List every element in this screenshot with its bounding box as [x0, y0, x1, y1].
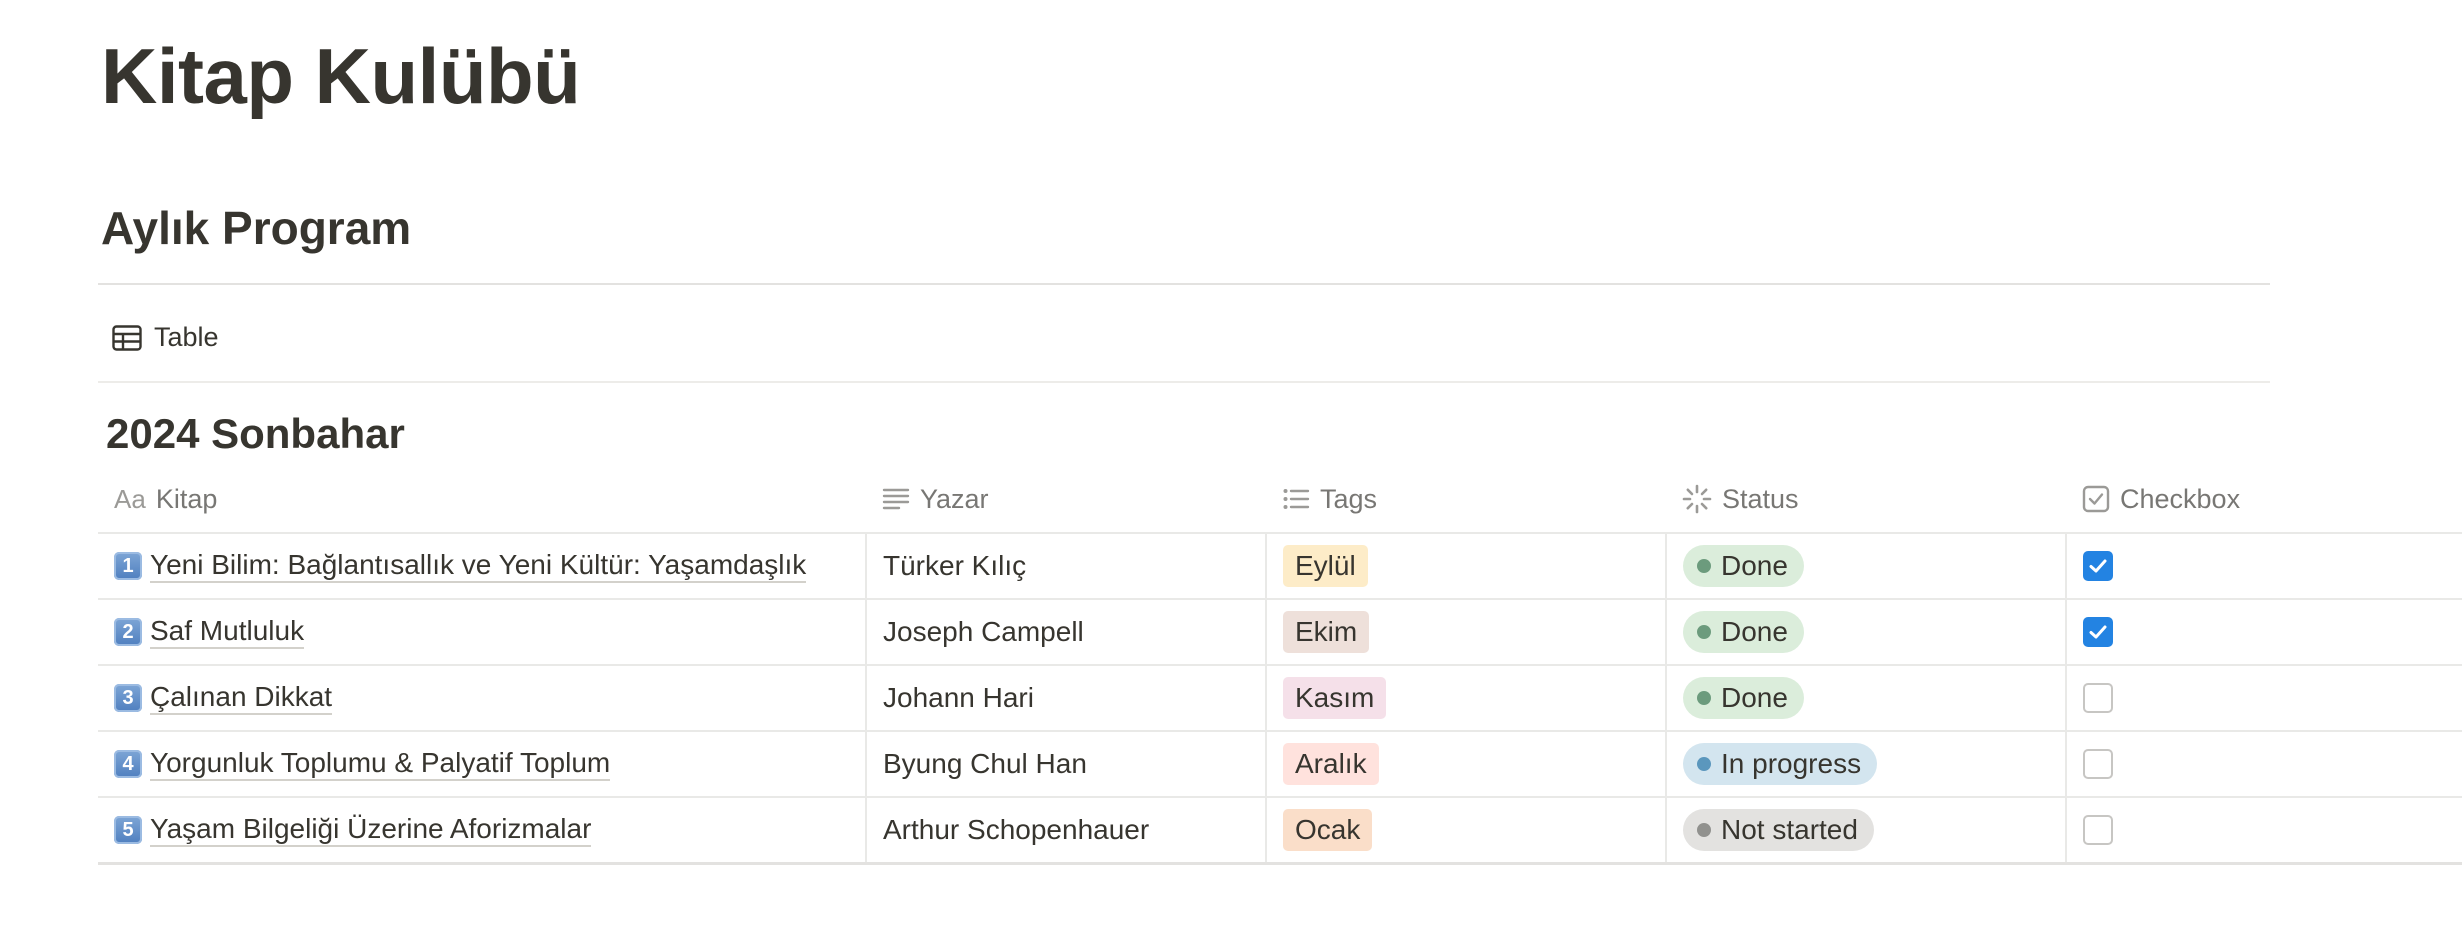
status-label: Done: [1721, 550, 1788, 581]
status-dot-icon: [1697, 757, 1711, 771]
checkmark-icon: [2089, 625, 2107, 639]
author-text: Arthur Schopenhauer: [883, 814, 1150, 845]
column-header-label: Yazar: [920, 483, 989, 514]
database-table: Aa Kitap Yazar Tags Status Checkbox 1 Ye…: [98, 466, 2462, 865]
author-text: Byung Chul Han: [883, 748, 1087, 779]
divider: [98, 283, 2270, 285]
column-header-label: Kitap: [155, 483, 218, 514]
book-title-link[interactable]: Yeni Bilim: Bağlantısallık ve Yeni Kültü…: [150, 549, 807, 583]
cell-checkbox[interactable]: [2065, 533, 2462, 600]
status-badge: In progress: [1683, 743, 1878, 785]
cell-status[interactable]: Not started: [1665, 797, 2066, 865]
table-row[interactable]: 5 Yaşam Bilgeliği Üzerine Aforizmalar Arth…: [98, 797, 2462, 865]
cell-status[interactable]: In progress: [1665, 731, 2066, 798]
status-dot-icon: [1697, 559, 1711, 573]
status-badge: Done: [1683, 677, 1804, 719]
table-icon: [112, 324, 142, 351]
cell-tags[interactable]: Ocak: [1265, 797, 1666, 865]
column-header-label: Status: [1722, 483, 1799, 514]
cell-kitap[interactable]: 4 Yorgunluk Toplumu & Palyatif Toplum: [98, 731, 866, 798]
section-heading: Aylık Program: [101, 202, 412, 254]
view-tab-label: Table: [154, 322, 219, 352]
cell-yazar[interactable]: Johann Hari: [865, 665, 1266, 732]
column-header-label: Checkbox: [2120, 483, 2241, 514]
tag-badge: Ekim: [1283, 611, 1370, 653]
status-label: Done: [1721, 682, 1788, 713]
column-header-checkbox[interactable]: Checkbox: [2066, 466, 2462, 534]
group-title: 2024 Sonbahar: [106, 410, 405, 457]
tag-badge: Eylül: [1283, 545, 1368, 587]
book-title-link[interactable]: Çalınan Dikkat: [150, 681, 333, 715]
page-title: Kitap Kulübü: [101, 32, 581, 120]
status-label: Done: [1721, 616, 1788, 647]
cell-tags[interactable]: Eylül: [1265, 533, 1666, 600]
cell-yazar[interactable]: Türker Kılıç: [865, 533, 1266, 600]
cell-kitap[interactable]: 5 Yaşam Bilgeliği Üzerine Aforizmalar: [98, 797, 866, 865]
status-badge: Done: [1683, 611, 1804, 653]
status-dot-icon: [1697, 823, 1711, 837]
checkbox-unchecked[interactable]: [2083, 815, 2113, 845]
table-header-row: Aa Kitap Yazar Tags Status Checkbox: [98, 466, 2462, 534]
checkmark-icon: [2089, 559, 2107, 573]
number-keycap-icon: 5: [114, 816, 142, 844]
status-badge: Done: [1683, 545, 1804, 587]
column-header-tags[interactable]: Tags: [1266, 466, 1666, 534]
cell-tags[interactable]: Ekim: [1265, 599, 1666, 666]
view-tab-table[interactable]: Table: [112, 322, 219, 353]
status-label: In progress: [1721, 748, 1862, 779]
status-dot-icon: [1697, 691, 1711, 705]
text-lines-icon: [882, 486, 910, 512]
table-row[interactable]: 4 Yorgunluk Toplumu & Palyatif Toplum Byun…: [98, 731, 2462, 798]
cell-tags[interactable]: Aralık: [1265, 731, 1666, 798]
cell-tags[interactable]: Kasım: [1265, 665, 1666, 732]
cell-yazar[interactable]: Arthur Schopenhauer: [865, 797, 1266, 865]
status-spinner-icon: [1682, 484, 1712, 514]
cell-yazar[interactable]: Byung Chul Han: [865, 731, 1266, 798]
cell-checkbox[interactable]: [2065, 797, 2462, 865]
checkbox-checked[interactable]: [2083, 617, 2113, 647]
column-header-yazar[interactable]: Yazar: [866, 466, 1266, 534]
number-keycap-icon: 1: [114, 552, 142, 580]
table-row[interactable]: 2 Saf Mutluluk Joseph Campell Ekim Done: [98, 599, 2462, 666]
cell-checkbox[interactable]: [2065, 731, 2462, 798]
table-row[interactable]: 3 Çalınan Dikkat Johann Hari Kasım Done: [98, 665, 2462, 732]
book-title-link[interactable]: Yorgunluk Toplumu & Palyatif Toplum: [150, 747, 611, 781]
cell-status[interactable]: Done: [1665, 665, 2066, 732]
tag-badge: Ocak: [1283, 809, 1373, 851]
number-keycap-icon: 2: [114, 618, 142, 646]
author-text: Türker Kılıç: [883, 550, 1027, 581]
list-icon: [1282, 486, 1310, 512]
cell-yazar[interactable]: Joseph Campell: [865, 599, 1266, 666]
cell-status[interactable]: Done: [1665, 533, 2066, 600]
number-keycap-icon: 4: [114, 750, 142, 778]
view-divider: [98, 381, 2270, 383]
checkbox-unchecked[interactable]: [2083, 749, 2113, 779]
cell-status[interactable]: Done: [1665, 599, 2066, 666]
cell-kitap[interactable]: 3 Çalınan Dikkat: [98, 665, 866, 732]
table-row[interactable]: 1 Yeni Bilim: Bağlantısallık ve Yeni Kült…: [98, 533, 2462, 600]
checkbox-checked[interactable]: [2083, 551, 2113, 581]
book-title-link[interactable]: Saf Mutluluk: [150, 615, 305, 649]
column-header-label: Tags: [1320, 483, 1378, 514]
status-label: Not started: [1721, 814, 1858, 845]
text-aa-icon: Aa: [114, 483, 146, 514]
column-header-status[interactable]: Status: [1666, 466, 2066, 534]
status-badge: Not started: [1683, 809, 1874, 851]
author-text: Joseph Campell: [883, 616, 1084, 647]
tag-badge: Kasım: [1283, 677, 1387, 719]
cell-kitap[interactable]: 2 Saf Mutluluk: [98, 599, 866, 666]
checkbox-icon: [2082, 485, 2110, 513]
cell-checkbox[interactable]: [2065, 665, 2462, 732]
column-header-kitap[interactable]: Aa Kitap: [98, 466, 866, 534]
book-title-link[interactable]: Yaşam Bilgeliği Üzerine Aforizmalar: [150, 813, 592, 847]
cell-kitap[interactable]: 1 Yeni Bilim: Bağlantısallık ve Yeni Kült…: [98, 533, 866, 600]
author-text: Johann Hari: [883, 682, 1034, 713]
cell-checkbox[interactable]: [2065, 599, 2462, 666]
checkbox-unchecked[interactable]: [2083, 683, 2113, 713]
number-keycap-icon: 3: [114, 684, 142, 712]
status-dot-icon: [1697, 625, 1711, 639]
tag-badge: Aralık: [1283, 743, 1379, 785]
